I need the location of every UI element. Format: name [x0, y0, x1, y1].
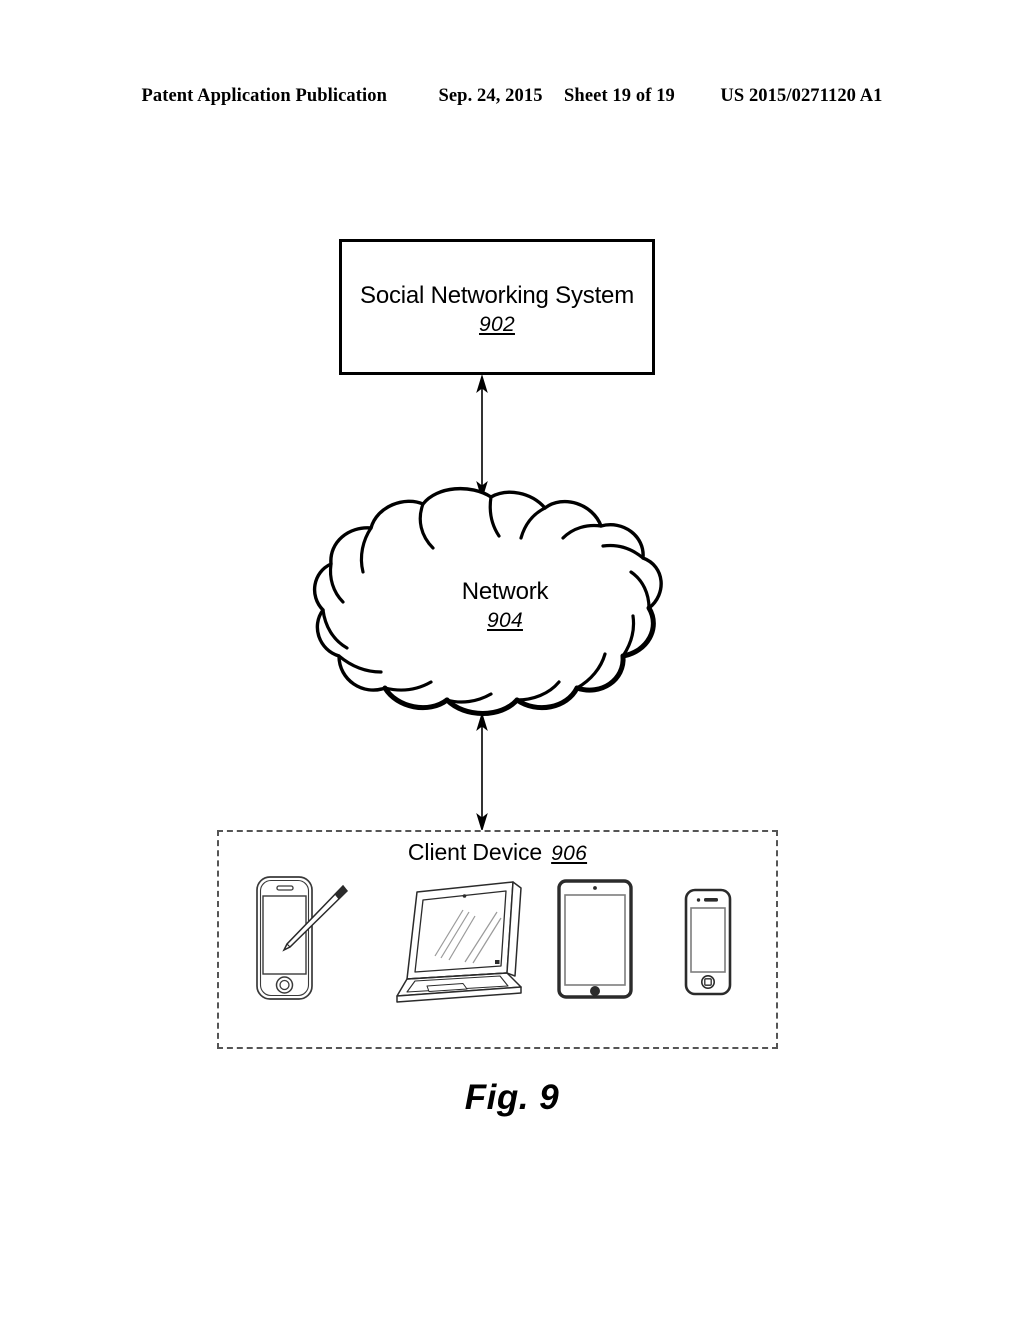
client-device-illustrations: [217, 872, 778, 1017]
reference-numeral-902: 902: [479, 313, 515, 336]
laptop-icon: [345, 876, 535, 1011]
smartphone-icon: [673, 886, 743, 1006]
client-device-title: Client Device: [407, 839, 543, 865]
tablet-icon: [545, 875, 645, 1010]
figure-caption: Fig. 9: [464, 1078, 560, 1117]
smartphone-with-stylus-icon: [247, 872, 357, 1007]
network-label: Network 904: [305, 577, 705, 635]
patent-figure-9: Social Networking System 902 Network 904…: [0, 0, 1024, 1320]
network-title: Network: [461, 578, 549, 605]
social-networking-system-title: Social Networking System: [360, 282, 634, 309]
reference-numeral-906: 906: [551, 842, 588, 865]
reference-numeral-904: 904: [487, 609, 523, 632]
client-device-label: Client Device 906: [217, 838, 778, 868]
double-arrow-network-to-client: [476, 712, 488, 832]
social-networking-system-label: Social Networking System 902: [339, 281, 655, 339]
